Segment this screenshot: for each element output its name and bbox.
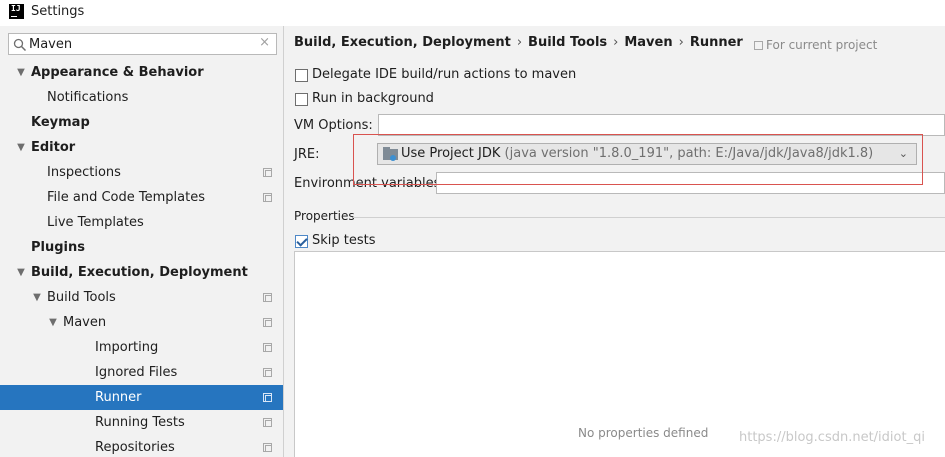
expand-arrow-icon[interactable]: ▼	[47, 310, 59, 335]
sidebar-item-ignored-files[interactable]: Ignored Files	[0, 360, 283, 385]
sidebar-item-notifications[interactable]: Notifications	[0, 85, 283, 110]
sidebar-item-running-tests[interactable]: Running Tests	[0, 410, 283, 435]
scope-note: For current project	[754, 38, 877, 52]
sidebar-item-label: Repositories	[95, 440, 175, 455]
expand-arrow-icon[interactable]: ▼	[15, 135, 27, 160]
vm-options-input[interactable]	[378, 114, 945, 136]
breadcrumb-item: Maven	[624, 35, 673, 50]
checkbox-box[interactable]	[295, 69, 308, 82]
vm-options-label: VM Options:	[294, 118, 373, 133]
settings-search-box[interactable]: ×	[8, 33, 277, 55]
project-scope-icon	[263, 343, 272, 352]
breadcrumb-separator: ›	[516, 35, 523, 50]
sidebar-item-keymap[interactable]: Keymap	[0, 110, 283, 135]
clear-search-icon[interactable]: ×	[259, 35, 270, 50]
settings-search-input[interactable]	[29, 35, 254, 53]
sidebar-item-build-tools[interactable]: ▼ Build Tools	[0, 285, 283, 310]
project-scope-icon	[263, 168, 272, 177]
properties-title: Properties	[294, 209, 355, 223]
sidebar-item-label: Runner	[95, 390, 142, 405]
properties-empty-text: No properties defined	[578, 426, 709, 440]
breadcrumb-item: Runner	[689, 35, 743, 50]
runner-settings-panel: Build, Execution, Deployment › Build Tools…	[285, 26, 945, 457]
project-scope-icon	[263, 418, 272, 427]
sidebar-item-file-and-code-templates[interactable]: File and Code Templates	[0, 185, 283, 210]
sidebar-item-label: File and Code Templates	[47, 190, 205, 205]
expand-arrow-icon[interactable]: ▼	[15, 260, 27, 285]
sidebar-item-live-templates[interactable]: Live Templates	[0, 210, 283, 235]
sidebar-item-label: Maven	[63, 315, 107, 330]
sidebar-item-maven[interactable]: ▼ Maven	[0, 310, 283, 335]
breadcrumb-separator: ›	[613, 35, 619, 50]
sidebar-item-label: Running Tests	[95, 415, 185, 430]
sidebar-item-label: Live Templates	[47, 215, 144, 230]
jre-highlight-box	[353, 134, 923, 185]
delegate-build-label: Delegate IDE build/run actions to maven	[312, 67, 577, 82]
settings-sidebar: × ▼ Appearance & Behavior Notifications Key…	[0, 26, 284, 457]
sidebar-item-runner[interactable]: Runner	[0, 385, 283, 410]
sidebar-item-label: Ignored Files	[95, 365, 178, 380]
expand-arrow-icon[interactable]: ▼	[31, 285, 43, 310]
properties-divider	[353, 217, 945, 218]
breadcrumb-item: Build Tools	[528, 35, 608, 50]
breadcrumb-item: Build, Execution, Deployment	[294, 35, 511, 50]
project-scope-icon	[263, 368, 272, 377]
sidebar-item-appearance-behavior[interactable]: ▼ Appearance & Behavior	[0, 60, 283, 85]
sidebar-item-label: Build, Execution, Deployment	[31, 265, 248, 280]
project-scope-icon	[263, 293, 272, 302]
skip-tests-label: Skip tests	[312, 233, 376, 248]
sidebar-item-label: Notifications	[47, 90, 129, 105]
properties-table[interactable]: No properties defined	[294, 251, 945, 457]
sidebar-item-build-execution-deployment[interactable]: ▼ Build, Execution, Deployment	[0, 260, 283, 285]
run-in-background-label: Run in background	[312, 91, 434, 106]
watermark: https://blog.csdn.net/idiot_qi	[739, 430, 925, 445]
settings-tree: ▼ Appearance & Behavior Notifications Keyma…	[0, 60, 283, 457]
search-icon	[13, 38, 27, 52]
sidebar-item-label: Plugins	[31, 240, 85, 255]
title-bar: IJ Settings	[0, 0, 945, 26]
sidebar-item-label: Build Tools	[47, 290, 116, 305]
sidebar-item-label: Appearance & Behavior	[31, 65, 204, 80]
project-scope-icon	[263, 443, 272, 452]
jre-label: JRE:	[294, 147, 320, 162]
sidebar-item-plugins[interactable]: Plugins	[0, 235, 283, 260]
scope-label: For current project	[766, 38, 878, 52]
expand-arrow-icon[interactable]: ▼	[15, 60, 27, 85]
breadcrumb: Build, Execution, Deployment › Build Tools…	[294, 35, 743, 50]
checkbox-box[interactable]	[295, 93, 308, 106]
sidebar-item-editor[interactable]: ▼ Editor	[0, 135, 283, 160]
project-scope-icon	[263, 318, 272, 327]
sidebar-item-label: Keymap	[31, 115, 90, 130]
sidebar-item-label: Editor	[31, 140, 76, 155]
sidebar-item-importing[interactable]: Importing	[0, 335, 283, 360]
project-scope-icon	[263, 393, 272, 402]
intellij-idea-icon: IJ	[9, 4, 24, 19]
breadcrumb-separator: ›	[678, 35, 684, 50]
sidebar-item-label: Inspections	[47, 165, 121, 180]
sidebar-item-label: Importing	[95, 340, 159, 355]
project-scope-icon	[754, 41, 763, 50]
project-scope-icon	[263, 193, 272, 202]
sidebar-item-repositories[interactable]: Repositories	[0, 435, 283, 457]
sidebar-item-inspections[interactable]: Inspections	[0, 160, 283, 185]
checkbox-box[interactable]	[295, 235, 308, 248]
window-title: Settings	[31, 4, 85, 19]
